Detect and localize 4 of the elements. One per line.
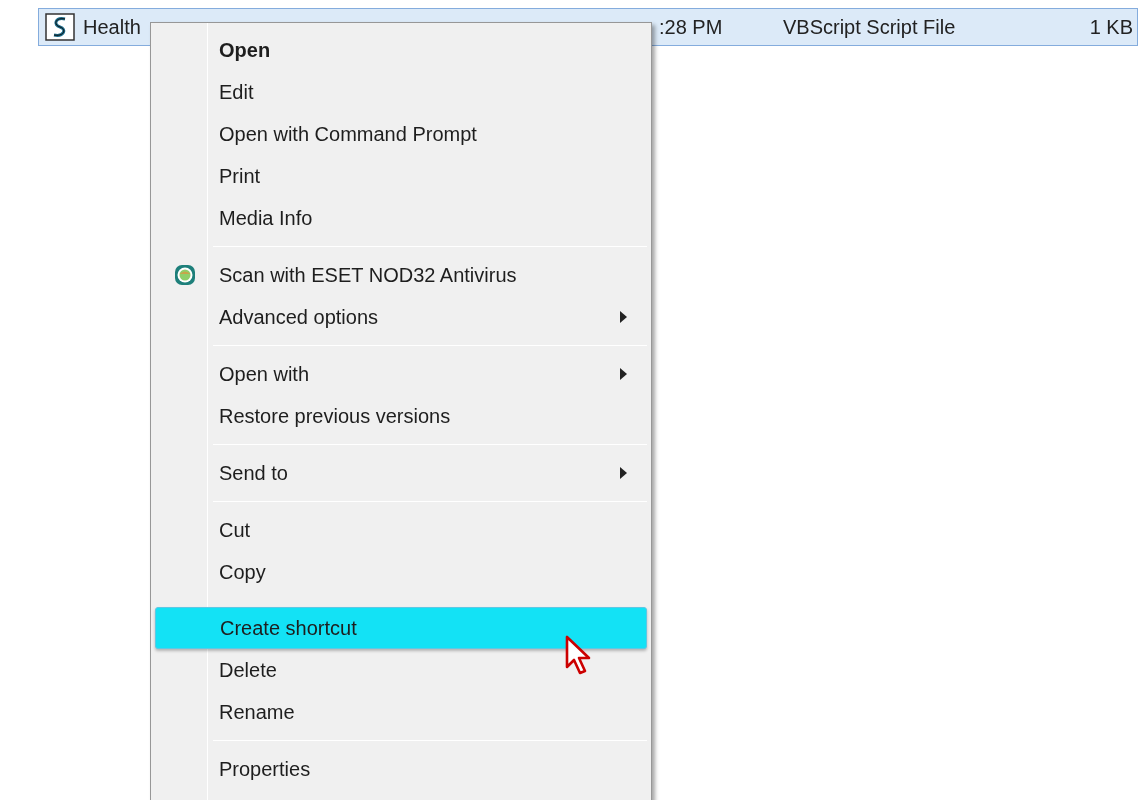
file-name: Health <box>83 15 142 40</box>
modified-date: :28 PM <box>659 15 724 40</box>
file-size: 1 KB <box>1089 15 1133 40</box>
file-type: VBScript Script File <box>783 15 957 40</box>
